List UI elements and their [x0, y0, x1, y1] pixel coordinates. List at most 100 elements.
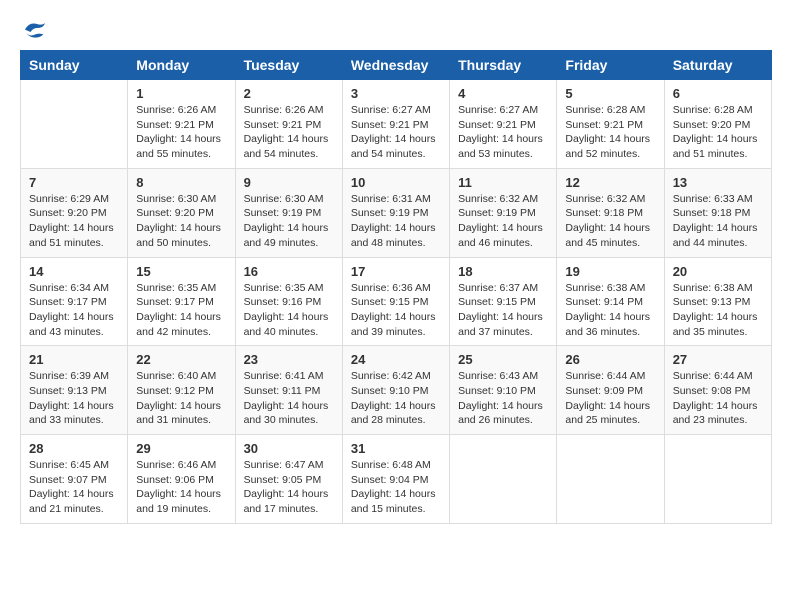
day-number: 31: [351, 441, 441, 456]
day-info: Sunrise: 6:39 AM Sunset: 9:13 PM Dayligh…: [29, 369, 119, 428]
header: [20, 20, 772, 40]
day-info: Sunrise: 6:45 AM Sunset: 9:07 PM Dayligh…: [29, 458, 119, 517]
calendar-cell: 14 Sunrise: 6:34 AM Sunset: 9:17 PM Dayli…: [21, 257, 128, 346]
logo: [20, 20, 54, 40]
calendar-table: SundayMondayTuesdayWednesdayThursdayFrid…: [20, 50, 772, 524]
day-number: 29: [136, 441, 226, 456]
day-info: Sunrise: 6:31 AM Sunset: 9:19 PM Dayligh…: [351, 192, 441, 251]
day-number: 21: [29, 352, 119, 367]
calendar-cell: [21, 80, 128, 169]
day-info: Sunrise: 6:36 AM Sunset: 9:15 PM Dayligh…: [351, 281, 441, 340]
day-number: 6: [673, 86, 763, 101]
week-row: 21 Sunrise: 6:39 AM Sunset: 9:13 PM Dayli…: [21, 346, 772, 435]
calendar-cell: 16 Sunrise: 6:35 AM Sunset: 9:16 PM Dayli…: [235, 257, 342, 346]
day-info: Sunrise: 6:27 AM Sunset: 9:21 PM Dayligh…: [351, 103, 441, 162]
day-info: Sunrise: 6:30 AM Sunset: 9:19 PM Dayligh…: [244, 192, 334, 251]
calendar-cell: 12Sunrise: 6:32 AM Sunset: 9:18 PM Dayli…: [557, 168, 664, 257]
day-info: Sunrise: 6:38 AM Sunset: 9:13 PM Dayligh…: [673, 281, 763, 340]
day-info: Sunrise: 6:28 AM Sunset: 9:21 PM Dayligh…: [565, 103, 655, 162]
header-cell-friday: Friday: [557, 51, 664, 80]
calendar-cell: [450, 435, 557, 524]
calendar-cell: [557, 435, 664, 524]
header-cell-sunday: Sunday: [21, 51, 128, 80]
header-cell-tuesday: Tuesday: [235, 51, 342, 80]
day-info: Sunrise: 6:26 AM Sunset: 9:21 PM Dayligh…: [136, 103, 226, 162]
calendar-cell: 28 Sunrise: 6:45 AM Sunset: 9:07 PM Dayli…: [21, 435, 128, 524]
calendar-cell: 2 Sunrise: 6:26 AM Sunset: 9:21 PM Daylig…: [235, 80, 342, 169]
calendar-cell: 25 Sunrise: 6:43 AM Sunset: 9:10 PM Dayli…: [450, 346, 557, 435]
day-number: 2: [244, 86, 334, 101]
day-number: 12: [565, 175, 655, 190]
day-number: 23: [244, 352, 334, 367]
day-number: 7: [29, 175, 119, 190]
calendar-cell: 6 Sunrise: 6:28 AM Sunset: 9:20 PM Daylig…: [664, 80, 771, 169]
day-info: Sunrise: 6:28 AM Sunset: 9:20 PM Dayligh…: [673, 103, 763, 162]
day-info: Sunrise: 6:44 AM Sunset: 9:09 PM Dayligh…: [565, 369, 655, 428]
calendar-cell: 9 Sunrise: 6:30 AM Sunset: 9:19 PM Daylig…: [235, 168, 342, 257]
logo-icon: [20, 20, 50, 40]
calendar-cell: 31Sunrise: 6:48 AM Sunset: 9:04 PM Dayli…: [342, 435, 449, 524]
calendar-cell: [664, 435, 771, 524]
calendar-cell: 21 Sunrise: 6:39 AM Sunset: 9:13 PM Dayli…: [21, 346, 128, 435]
day-info: Sunrise: 6:42 AM Sunset: 9:10 PM Dayligh…: [351, 369, 441, 428]
calendar-cell: 15 Sunrise: 6:35 AM Sunset: 9:17 PM Dayli…: [128, 257, 235, 346]
day-info: Sunrise: 6:26 AM Sunset: 9:21 PM Dayligh…: [244, 103, 334, 162]
day-info: Sunrise: 6:38 AM Sunset: 9:14 PM Dayligh…: [565, 281, 655, 340]
day-number: 22: [136, 352, 226, 367]
header-cell-monday: Monday: [128, 51, 235, 80]
day-info: Sunrise: 6:47 AM Sunset: 9:05 PM Dayligh…: [244, 458, 334, 517]
day-number: 4: [458, 86, 548, 101]
day-info: Sunrise: 6:41 AM Sunset: 9:11 PM Dayligh…: [244, 369, 334, 428]
calendar-cell: 26 Sunrise: 6:44 AM Sunset: 9:09 PM Dayli…: [557, 346, 664, 435]
day-info: Sunrise: 6:30 AM Sunset: 9:20 PM Dayligh…: [136, 192, 226, 251]
day-number: 3: [351, 86, 441, 101]
calendar-cell: 23 Sunrise: 6:41 AM Sunset: 9:11 PM Dayli…: [235, 346, 342, 435]
day-number: 15: [136, 264, 226, 279]
day-info: Sunrise: 6:37 AM Sunset: 9:15 PM Dayligh…: [458, 281, 548, 340]
day-number: 17: [351, 264, 441, 279]
day-number: 28: [29, 441, 119, 456]
day-number: 14: [29, 264, 119, 279]
calendar-cell: 29 Sunrise: 6:46 AM Sunset: 9:06 PM Dayli…: [128, 435, 235, 524]
day-info: Sunrise: 6:46 AM Sunset: 9:06 PM Dayligh…: [136, 458, 226, 517]
calendar-cell: 10Sunrise: 6:31 AM Sunset: 9:19 PM Dayli…: [342, 168, 449, 257]
calendar-cell: 19 Sunrise: 6:38 AM Sunset: 9:14 PM Dayli…: [557, 257, 664, 346]
day-number: 5: [565, 86, 655, 101]
week-row: 14 Sunrise: 6:34 AM Sunset: 9:17 PM Dayli…: [21, 257, 772, 346]
calendar-cell: 20 Sunrise: 6:38 AM Sunset: 9:13 PM Dayli…: [664, 257, 771, 346]
day-info: Sunrise: 6:32 AM Sunset: 9:19 PM Dayligh…: [458, 192, 548, 251]
day-info: Sunrise: 6:43 AM Sunset: 9:10 PM Dayligh…: [458, 369, 548, 428]
day-info: Sunrise: 6:44 AM Sunset: 9:08 PM Dayligh…: [673, 369, 763, 428]
header-cell-thursday: Thursday: [450, 51, 557, 80]
day-number: 26: [565, 352, 655, 367]
calendar-cell: 18 Sunrise: 6:37 AM Sunset: 9:15 PM Dayli…: [450, 257, 557, 346]
day-info: Sunrise: 6:33 AM Sunset: 9:18 PM Dayligh…: [673, 192, 763, 251]
day-info: Sunrise: 6:35 AM Sunset: 9:17 PM Dayligh…: [136, 281, 226, 340]
day-number: 20: [673, 264, 763, 279]
header-cell-wednesday: Wednesday: [342, 51, 449, 80]
day-number: 30: [244, 441, 334, 456]
day-number: 18: [458, 264, 548, 279]
calendar-cell: 8 Sunrise: 6:30 AM Sunset: 9:20 PM Daylig…: [128, 168, 235, 257]
header-cell-saturday: Saturday: [664, 51, 771, 80]
day-number: 9: [244, 175, 334, 190]
day-number: 25: [458, 352, 548, 367]
calendar-cell: 13 Sunrise: 6:33 AM Sunset: 9:18 PM Dayli…: [664, 168, 771, 257]
day-number: 11: [458, 175, 548, 190]
day-number: 13: [673, 175, 763, 190]
day-number: 1: [136, 86, 226, 101]
calendar-cell: 5 Sunrise: 6:28 AM Sunset: 9:21 PM Daylig…: [557, 80, 664, 169]
day-info: Sunrise: 6:34 AM Sunset: 9:17 PM Dayligh…: [29, 281, 119, 340]
calendar-cell: 7Sunrise: 6:29 AM Sunset: 9:20 PM Daylig…: [21, 168, 128, 257]
calendar-cell: 22Sunrise: 6:40 AM Sunset: 9:12 PM Dayli…: [128, 346, 235, 435]
calendar-cell: 4 Sunrise: 6:27 AM Sunset: 9:21 PM Daylig…: [450, 80, 557, 169]
calendar-cell: 17 Sunrise: 6:36 AM Sunset: 9:15 PM Dayli…: [342, 257, 449, 346]
week-row: 7Sunrise: 6:29 AM Sunset: 9:20 PM Daylig…: [21, 168, 772, 257]
calendar-cell: 1 Sunrise: 6:26 AM Sunset: 9:21 PM Daylig…: [128, 80, 235, 169]
day-info: Sunrise: 6:27 AM Sunset: 9:21 PM Dayligh…: [458, 103, 548, 162]
day-number: 19: [565, 264, 655, 279]
day-number: 8: [136, 175, 226, 190]
day-number: 16: [244, 264, 334, 279]
day-info: Sunrise: 6:35 AM Sunset: 9:16 PM Dayligh…: [244, 281, 334, 340]
calendar-cell: 27Sunrise: 6:44 AM Sunset: 9:08 PM Dayli…: [664, 346, 771, 435]
